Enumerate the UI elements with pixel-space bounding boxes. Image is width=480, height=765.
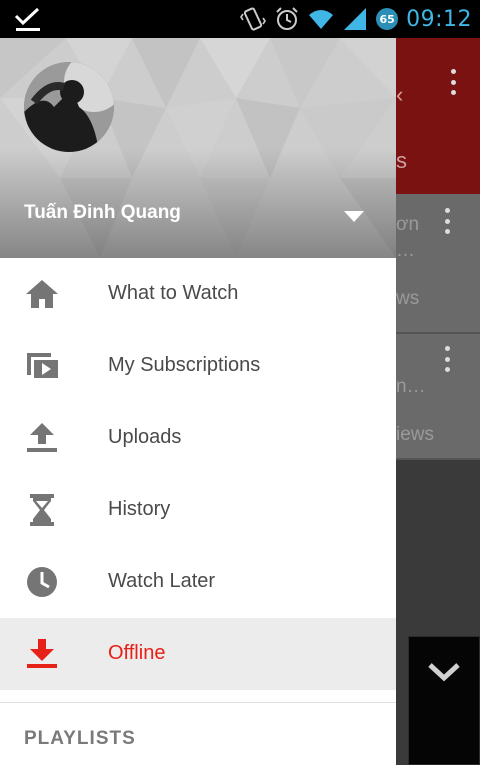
menu-item-history[interactable]: History xyxy=(0,474,396,546)
menu-item-my-subscriptions[interactable]: My Subscriptions xyxy=(0,330,396,402)
background-card-title: n… xyxy=(396,376,426,397)
background-app[interactable]: ‹ s ơn … ws n… iews xyxy=(396,38,480,765)
playlists-section-header: PLAYLISTS xyxy=(24,728,136,749)
avatar[interactable] xyxy=(24,62,114,152)
divider xyxy=(0,702,396,703)
alarm-icon xyxy=(276,7,298,30)
download-icon xyxy=(27,639,57,668)
background-card-menu-icon xyxy=(444,208,450,234)
background-card-title: ơn xyxy=(396,214,420,235)
menu-item-offline[interactable]: Offline xyxy=(0,618,396,690)
battery-icon: 65 xyxy=(376,8,399,30)
wifi-icon xyxy=(309,10,334,29)
menu-item-watch-later[interactable]: Watch Later xyxy=(0,546,396,618)
vibrate-icon xyxy=(240,7,267,31)
background-video-card: ơn … ws xyxy=(396,194,480,334)
menu-item-label: Watch Later xyxy=(108,570,216,592)
background-arrow-icon: ‹ xyxy=(396,82,404,107)
menu-item-what-to-watch[interactable]: What to Watch xyxy=(0,258,396,330)
menu-item-uploads[interactable]: Uploads xyxy=(0,402,396,474)
account-dropdown-icon[interactable] xyxy=(342,208,366,224)
menu-item-label: What to Watch xyxy=(108,282,239,304)
background-header-text: s xyxy=(396,148,407,173)
account-name[interactable]: Tuấn Đinh Quang xyxy=(24,202,181,224)
background-toolbar: ‹ s xyxy=(396,38,480,194)
background-card-meta: iews xyxy=(396,424,435,445)
menu-item-label: My Subscriptions xyxy=(108,354,261,376)
background-video-card: n… iews xyxy=(396,334,480,460)
status-bar: 65 09:12 xyxy=(0,0,480,38)
navigation-drawer: Tuấn Đinh Quang What to Watch My Subscri… xyxy=(0,38,396,765)
menu-item-label: Offline xyxy=(108,642,166,664)
drawer-header: Tuấn Đinh Quang xyxy=(0,38,396,258)
mini-player[interactable] xyxy=(408,636,480,765)
upload-icon xyxy=(27,423,57,452)
background-card-meta: ws xyxy=(396,288,420,309)
hourglass-icon xyxy=(30,494,54,526)
subscriptions-icon xyxy=(27,353,58,378)
download-complete-icon xyxy=(14,7,40,31)
background-card-title-ellipsis: … xyxy=(396,240,415,261)
clock-icon xyxy=(27,567,57,597)
chevron-down-icon[interactable] xyxy=(427,661,461,683)
profile-photo xyxy=(24,62,114,152)
background-overflow-icon xyxy=(450,69,456,95)
drawer-menu: What to Watch My Subscriptions Uploads H… xyxy=(0,258,396,690)
signal-icon xyxy=(344,8,367,30)
status-time: 09:12 xyxy=(406,6,472,32)
background-card-menu-icon xyxy=(444,346,450,372)
home-icon xyxy=(26,280,58,308)
menu-item-label: Uploads xyxy=(108,426,182,448)
menu-item-label: History xyxy=(108,498,171,520)
